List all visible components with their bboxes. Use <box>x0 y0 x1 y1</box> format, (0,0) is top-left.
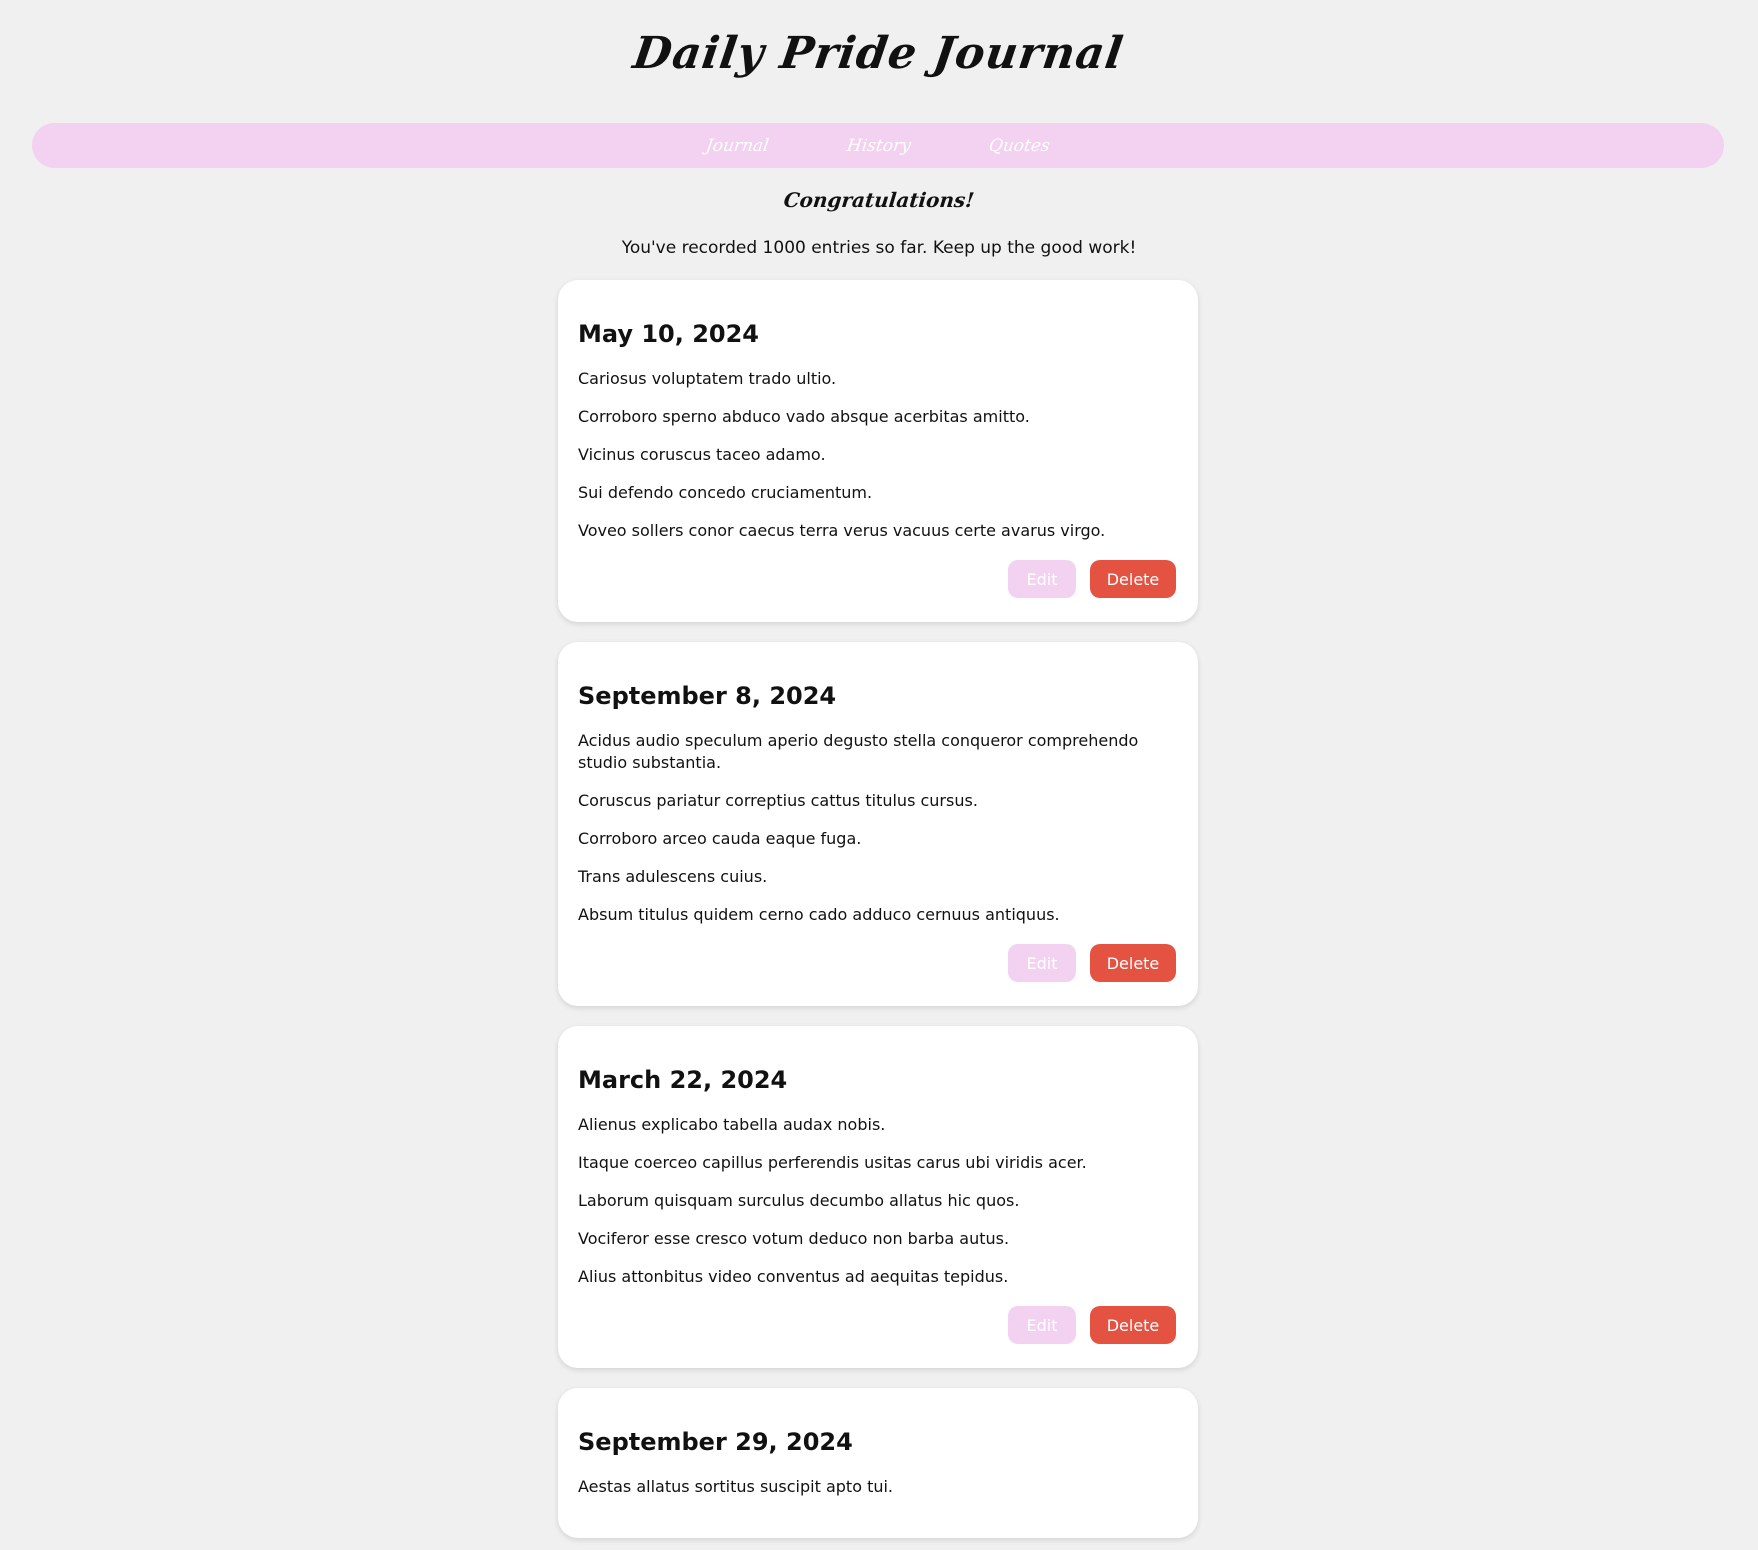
entry-line: Corroboro arceo cauda eaque fuga. <box>578 829 862 848</box>
journal-app: Daily Pride Journal Journal History Quot… <box>0 0 1758 1550</box>
congrats-message: You've recorded 1000 entries so far. Kee… <box>621 238 1137 258</box>
edit-button[interactable]: Edit <box>1008 560 1076 598</box>
app-title: Daily Pride Journal <box>629 28 1127 79</box>
nav-item-history[interactable]: History <box>846 136 913 156</box>
entry-actions: Edit Delete <box>578 1306 1176 1344</box>
nav-item-quotes[interactable]: Quotes <box>987 136 1051 156</box>
entry-line: Absum titulus quidem cerno cado adduco c… <box>578 905 1060 924</box>
entries-list: May 10, 2024 Cariosus voluptatem trado u… <box>558 280 1198 1550</box>
delete-button[interactable]: Delete <box>1090 560 1176 598</box>
entry-actions: Edit Delete <box>578 560 1176 598</box>
entry-line: Sui defendo concedo cruciamentum. <box>578 483 873 502</box>
entry-line: Cariosus voluptatem trado ultio. <box>578 369 837 388</box>
entry-date: March 22, 2024 <box>578 1066 788 1094</box>
entry-line: Aestas allatus sortitus suscipit apto tu… <box>578 1477 894 1496</box>
entry-line: Vociferor esse cresco votum deduco non b… <box>578 1229 1010 1248</box>
edit-button[interactable]: Edit <box>1008 1306 1076 1344</box>
delete-button[interactable]: Delete <box>1090 944 1176 982</box>
entry-line: Itaque coerceo capillus perferendis usit… <box>578 1153 1087 1172</box>
main-nav: Journal History Quotes <box>32 123 1724 168</box>
entry-line: Acidus audio speculum aperio degusto ste… <box>578 731 1139 772</box>
entry-line: Trans adulescens cuius. <box>578 867 768 886</box>
entry-card: September 29, 2024 Aestas allatus sortit… <box>558 1388 1198 1538</box>
delete-button[interactable]: Delete <box>1090 1306 1176 1344</box>
entry-line: Laborum quisquam surculus decumbo allatu… <box>578 1191 1020 1210</box>
entry-actions: Edit Delete <box>578 944 1176 982</box>
entry-card: September 8, 2024 Acidus audio speculum … <box>558 642 1198 1006</box>
entry-line: Coruscus pariatur correptius cattus titu… <box>578 791 978 810</box>
entry-line: Alienus explicabo tabella audax nobis. <box>578 1115 886 1134</box>
entry-card: May 10, 2024 Cariosus voluptatem trado u… <box>558 280 1198 622</box>
entry-date: September 29, 2024 <box>578 1428 853 1456</box>
entry-line: Corroboro sperno abduco vado absque acer… <box>578 407 1030 426</box>
entry-card: March 22, 2024 Alienus explicabo tabella… <box>558 1026 1198 1368</box>
entry-line: Voveo sollers conor caecus terra verus v… <box>578 521 1106 540</box>
entry-date: May 10, 2024 <box>578 320 760 348</box>
edit-button[interactable]: Edit <box>1008 944 1076 982</box>
entry-line: Vicinus coruscus taceo adamo. <box>578 445 826 464</box>
congrats-heading: Congratulations! <box>782 188 976 212</box>
nav-item-journal[interactable]: Journal <box>705 136 770 156</box>
entry-line: Alius attonbitus video conventus ad aequ… <box>578 1267 1009 1286</box>
entry-date: September 8, 2024 <box>578 682 837 710</box>
